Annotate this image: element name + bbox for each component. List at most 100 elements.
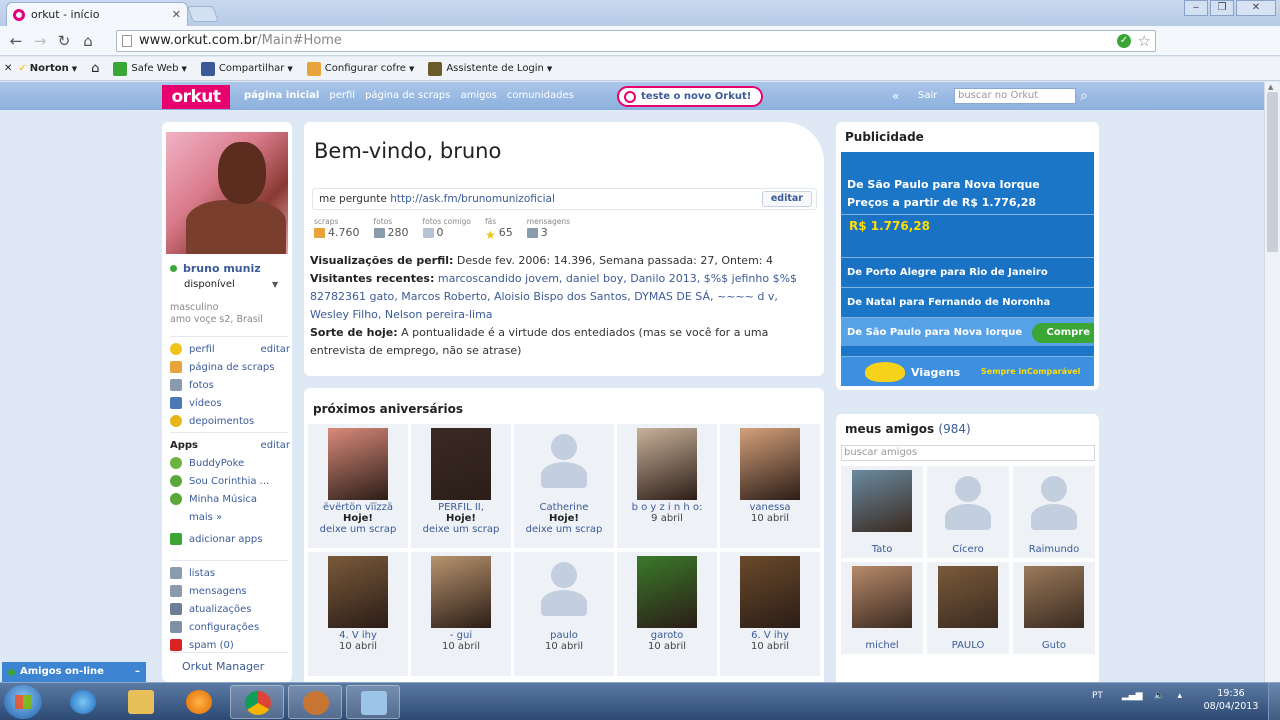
bookmark-safe-web[interactable]: Safe Web ▼: [113, 61, 187, 76]
ad-buy-button[interactable]: Compre: [1032, 323, 1094, 343]
friend-name[interactable]: Raimundo: [1013, 544, 1095, 555]
nav-home[interactable]: página inicial: [244, 90, 319, 101]
stat-messages[interactable]: mensagens 3: [526, 217, 570, 239]
browser-tab[interactable]: orkut - início ✕: [6, 2, 188, 26]
nav-scraps[interactable]: página de scraps: [365, 90, 450, 101]
friends-search-input[interactable]: buscar amigos: [841, 445, 1095, 461]
close-window-button[interactable]: ✕: [1236, 0, 1276, 16]
sidebar-item-perfil[interactable]: perfil editar: [170, 340, 290, 358]
birthday-item[interactable]: Catherine Hoje! deixe um scrap: [514, 424, 614, 548]
birthday-item[interactable]: 6. V ihy 10 abril: [720, 552, 820, 676]
birthday-name[interactable]: b o y z i n h o:: [617, 502, 717, 513]
profile-name[interactable]: bruno muniz: [170, 262, 261, 275]
birthday-name[interactable]: ëvërtön vïïzzä: [308, 502, 408, 513]
friend-item[interactable]: Guto: [1013, 562, 1095, 654]
taskbar-explorer[interactable]: [114, 685, 168, 719]
address-bar[interactable]: www.orkut.com.br/Main#Home ✓ ☆: [116, 30, 1156, 52]
chevron-down-icon[interactable]: ▼: [272, 280, 278, 289]
leave-scrap-link[interactable]: deixe um scrap: [514, 524, 614, 535]
ask-link[interactable]: http://ask.fm/brunomunizoficial: [390, 193, 555, 205]
birthday-name[interactable]: vanessa: [720, 502, 820, 513]
scroll-up-icon[interactable]: ▲: [1268, 83, 1273, 91]
birthday-item[interactable]: paulo 10 abril: [514, 552, 614, 676]
home-icon[interactable]: ⌂: [78, 31, 98, 51]
bookmark-star-icon[interactable]: ☆: [1138, 31, 1151, 51]
stat-photos[interactable]: fotos 280: [373, 217, 409, 239]
ad-route[interactable]: De Porto Alegre para Rio de Janeiro: [841, 257, 1094, 286]
friend-photo[interactable]: [637, 428, 697, 500]
leave-scrap-link[interactable]: deixe um scrap: [308, 524, 408, 535]
birthday-item[interactable]: b o y z i n h o: 9 abril: [617, 424, 717, 548]
edit-ask-button[interactable]: editar: [761, 191, 812, 207]
friend-item[interactable]: Raimundo: [1013, 466, 1095, 558]
friend-photo[interactable]: [431, 428, 491, 500]
birthday-name[interactable]: garoto: [617, 630, 717, 641]
orkut-search-input[interactable]: buscar no Orkut: [954, 88, 1076, 104]
friend-photo[interactable]: [852, 470, 912, 532]
friend-name[interactable]: Guto: [1013, 640, 1095, 651]
taskbar-media[interactable]: [172, 685, 226, 719]
forward-arrow-icon[interactable]: →: [30, 31, 50, 51]
back-arrow-icon[interactable]: ←: [6, 31, 26, 51]
friend-photo[interactable]: [328, 556, 388, 628]
stat-photos-with-me[interactable]: fotos comigo 0: [422, 217, 471, 239]
friend-item[interactable]: PAULO: [927, 562, 1009, 654]
stat-scraps[interactable]: scraps 4.760: [314, 217, 360, 239]
friend-photo[interactable]: [637, 556, 697, 628]
friend-name[interactable]: PAULO: [927, 640, 1009, 651]
taskbar-app-2[interactable]: [346, 685, 400, 719]
sidebar-item-configuracoes[interactable]: configurações: [170, 618, 290, 636]
taskbar-ie[interactable]: [56, 685, 110, 719]
avatar[interactable]: [166, 132, 288, 254]
bookmark-share[interactable]: Compartilhar ▼: [200, 61, 293, 76]
sidebar-item-atualizacoes[interactable]: atualizações: [170, 600, 290, 618]
orkut-manager-link[interactable]: Orkut Manager: [182, 660, 264, 673]
nav-friends[interactable]: amigos: [461, 90, 497, 101]
stat-fans[interactable]: fãs ★ 65: [485, 217, 513, 242]
norton-safe-icon[interactable]: ✓: [1117, 34, 1131, 48]
birthday-item[interactable]: PERFIL II, Hoje! deixe um scrap: [411, 424, 511, 548]
language-indicator[interactable]: PT: [1092, 691, 1103, 701]
start-button[interactable]: [4, 685, 42, 719]
status-text[interactable]: disponível: [184, 279, 235, 290]
new-tab-button[interactable]: [187, 6, 219, 22]
taskbar-app[interactable]: [288, 685, 342, 719]
bookmark-norton[interactable]: ✓ Norton ▼: [18, 63, 77, 74]
birthday-name[interactable]: - gui: [411, 630, 511, 641]
volume-icon[interactable]: 🔈: [1153, 691, 1164, 701]
sidebar-item-mensagens[interactable]: mensagens: [170, 582, 290, 600]
tray-expand-icon[interactable]: ▴: [1178, 691, 1183, 701]
restore-window-button[interactable]: ❐: [1210, 0, 1234, 16]
bookmark-login[interactable]: Assistente de Login ▼: [428, 61, 552, 76]
close-toolbar-icon[interactable]: ✕: [4, 63, 12, 74]
birthday-item[interactable]: garoto 10 abril: [617, 552, 717, 676]
birthday-item[interactable]: - gui 10 abril: [411, 552, 511, 676]
leave-scrap-link[interactable]: deixe um scrap: [411, 524, 511, 535]
friend-photo[interactable]: [938, 566, 998, 628]
default-avatar-icon[interactable]: [1024, 470, 1084, 532]
show-desktop-button[interactable]: [1268, 683, 1280, 720]
close-tab-icon[interactable]: ✕: [172, 8, 181, 21]
app-item[interactable]: Sou Corinthia ...: [170, 472, 290, 490]
friend-item[interactable]: Cícero: [927, 466, 1009, 558]
minimize-window-button[interactable]: ‒: [1184, 0, 1208, 16]
friend-photo[interactable]: [852, 566, 912, 628]
friend-item[interactable]: michel: [841, 562, 923, 654]
birthday-name[interactable]: Catherine: [514, 502, 614, 513]
taskbar-chrome[interactable]: [230, 685, 284, 719]
friend-name[interactable]: Tato: [841, 544, 923, 555]
bookmark-vault[interactable]: Configurar cofre ▼: [306, 61, 414, 76]
try-new-orkut-button[interactable]: teste o novo Orkut!: [617, 86, 764, 107]
orkut-logo[interactable]: orkut: [162, 85, 230, 109]
birthday-item[interactable]: vanessa 10 abril: [720, 424, 820, 548]
page-scrollbar[interactable]: ▲: [1264, 82, 1280, 682]
scrollbar-thumb[interactable]: [1267, 92, 1278, 252]
clock[interactable]: 19:36 08/04/2013: [1198, 687, 1264, 713]
birthday-item[interactable]: 4. V ihy 10 abril: [308, 552, 408, 676]
friend-photo[interactable]: [328, 428, 388, 500]
ad-route[interactable]: De Natal para Fernando de Noronha: [841, 287, 1094, 316]
default-avatar-icon[interactable]: [938, 470, 998, 532]
friend-photo[interactable]: [1024, 566, 1084, 628]
sidebar-item-depoimentos[interactable]: depoimentos: [170, 412, 290, 430]
friend-photo[interactable]: [740, 556, 800, 628]
